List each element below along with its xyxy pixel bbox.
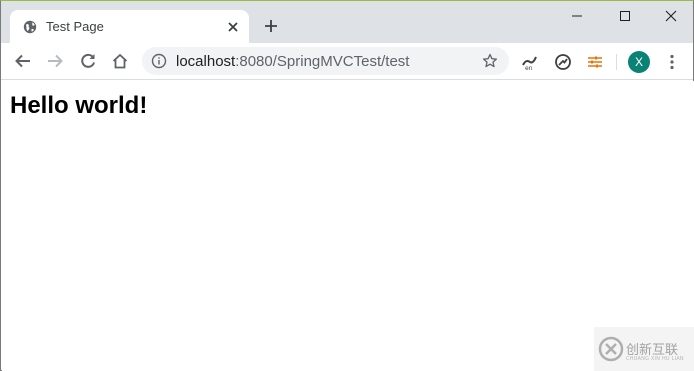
settings-sliders-extension-icon[interactable] xyxy=(586,53,604,71)
tab-title: Test Page xyxy=(46,19,104,34)
url-host: localhost xyxy=(176,53,236,70)
url-path: :8080/SpringMVCTest/test xyxy=(235,53,410,70)
watermark-logo-icon xyxy=(598,336,624,362)
profile-avatar[interactable]: X xyxy=(628,51,650,73)
page-content: Hello world! xyxy=(2,81,694,371)
info-icon[interactable] xyxy=(151,53,167,69)
home-icon[interactable] xyxy=(111,52,129,70)
star-icon[interactable] xyxy=(482,53,498,69)
browser-window: Test Page localhost:8080/SpringMVCTest/t… xyxy=(0,0,694,371)
translate-extension-icon[interactable]: en xyxy=(521,53,539,71)
reload-icon[interactable] xyxy=(79,52,97,70)
page-heading: Hello world! xyxy=(10,92,148,119)
toolbar: localhost:8080/SpringMVCTest/test en X xyxy=(1,43,693,80)
watermark: 创新互联 CHUANG XIN HU LIAN xyxy=(594,327,694,371)
minimize-icon[interactable] xyxy=(555,1,601,31)
tab-strip: Test Page xyxy=(1,1,693,43)
speed-extension-icon[interactable] xyxy=(554,53,572,71)
toolbar-divider xyxy=(616,54,617,70)
more-vertical-icon[interactable] xyxy=(665,53,679,71)
address-bar[interactable]: localhost:8080/SpringMVCTest/test xyxy=(142,47,509,75)
url-text[interactable]: localhost:8080/SpringMVCTest/test xyxy=(176,53,409,70)
svg-text:en: en xyxy=(525,65,533,71)
maximize-icon[interactable] xyxy=(602,1,648,31)
plus-icon[interactable] xyxy=(263,18,279,34)
tab-test-page[interactable]: Test Page xyxy=(10,10,249,43)
close-icon[interactable] xyxy=(647,1,693,31)
arrow-right-icon[interactable] xyxy=(46,52,64,70)
close-icon[interactable] xyxy=(226,20,240,34)
arrow-left-icon[interactable] xyxy=(14,52,32,70)
watermark-subtext: CHUANG XIN HU LIAN xyxy=(626,356,684,362)
globe-icon xyxy=(23,20,37,34)
